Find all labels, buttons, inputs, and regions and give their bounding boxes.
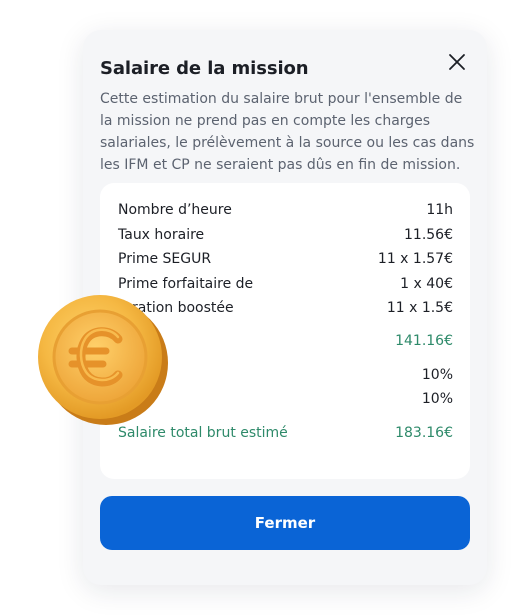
modal-title: Salaire de la mission (100, 58, 309, 79)
screen: Salaire de la mission Cette estimation d… (0, 0, 521, 615)
euro-coin-icon (38, 295, 168, 425)
breakdown-value: 10% (421, 391, 453, 407)
close-icon (449, 54, 465, 70)
close-button[interactable] (445, 50, 469, 74)
breakdown-value: 11.56€ (404, 227, 453, 243)
breakdown-value: 1 x 40€ (400, 276, 453, 292)
breakdown-value: 141.16€ (395, 333, 453, 349)
breakdown-value: 11 x 1.57€ (377, 251, 453, 267)
breakdown-label: Prime SEGUR (118, 251, 212, 267)
breakdown-label: Nombre d’heure (118, 202, 232, 218)
breakdown-value: 183.16€ (395, 425, 453, 441)
modal-description: Cette estimation du salaire brut pour l'… (100, 91, 475, 173)
close-modal-button[interactable]: Fermer (100, 496, 470, 550)
breakdown-label: Taux horaire (118, 227, 205, 243)
breakdown-value: 10% (421, 367, 453, 383)
breakdown-value: 11 x 1.5€ (386, 300, 453, 316)
breakdown-value: 11h (426, 202, 453, 218)
